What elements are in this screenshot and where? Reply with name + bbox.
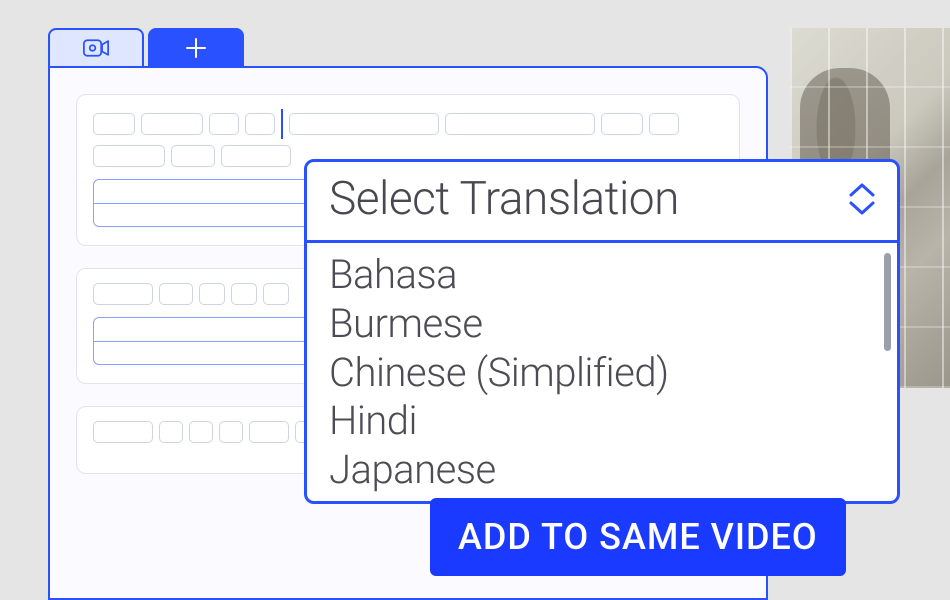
word-token[interactable] [263,283,289,305]
tab-video[interactable] [48,28,144,66]
dropdown-toggle[interactable]: Select Translation [307,162,897,243]
word-token[interactable] [445,113,595,135]
dropdown-label: Select Translation [329,172,679,226]
word-token[interactable] [141,113,203,135]
dropdown-option[interactable]: Burmese [329,300,875,349]
dropdown-option[interactable]: Bahasa [329,251,875,300]
text-cursor [281,109,283,139]
word-token[interactable] [209,113,239,135]
word-token[interactable] [159,283,193,305]
word-token[interactable] [221,145,291,167]
word-token[interactable] [231,283,257,305]
word-token[interactable] [93,283,153,305]
word-token[interactable] [189,421,213,443]
tab-add[interactable] [148,28,244,66]
word-token[interactable] [219,421,243,443]
sort-chevrons-icon [847,182,877,216]
word-token[interactable] [159,421,183,443]
editor-tabs [48,28,244,66]
add-to-same-video-button[interactable]: ADD TO SAME VIDEO [430,498,846,576]
cta-label: ADD TO SAME VIDEO [458,516,818,558]
dropdown-option[interactable]: Japanese [329,446,875,495]
dropdown-list: Bahasa Burmese Chinese (Simplified) Hind… [307,243,897,501]
word-token[interactable] [649,113,679,135]
word-token[interactable] [171,145,215,167]
dropdown-option[interactable]: Chinese (Simplified) [329,349,875,398]
word-token[interactable] [93,113,135,135]
word-token[interactable] [93,145,165,167]
word-token[interactable] [289,113,439,135]
camera-icon [83,39,109,57]
word-token[interactable] [601,113,643,135]
scrollbar-thumb[interactable] [884,253,891,351]
word-token[interactable] [245,113,275,135]
word-token[interactable] [93,421,153,443]
word-token[interactable] [199,283,225,305]
word-token[interactable] [249,421,289,443]
plus-icon [185,37,207,59]
translation-dropdown: Select Translation Bahasa Burmese Chines… [304,159,900,504]
dropdown-option[interactable]: Hindi [329,397,875,446]
